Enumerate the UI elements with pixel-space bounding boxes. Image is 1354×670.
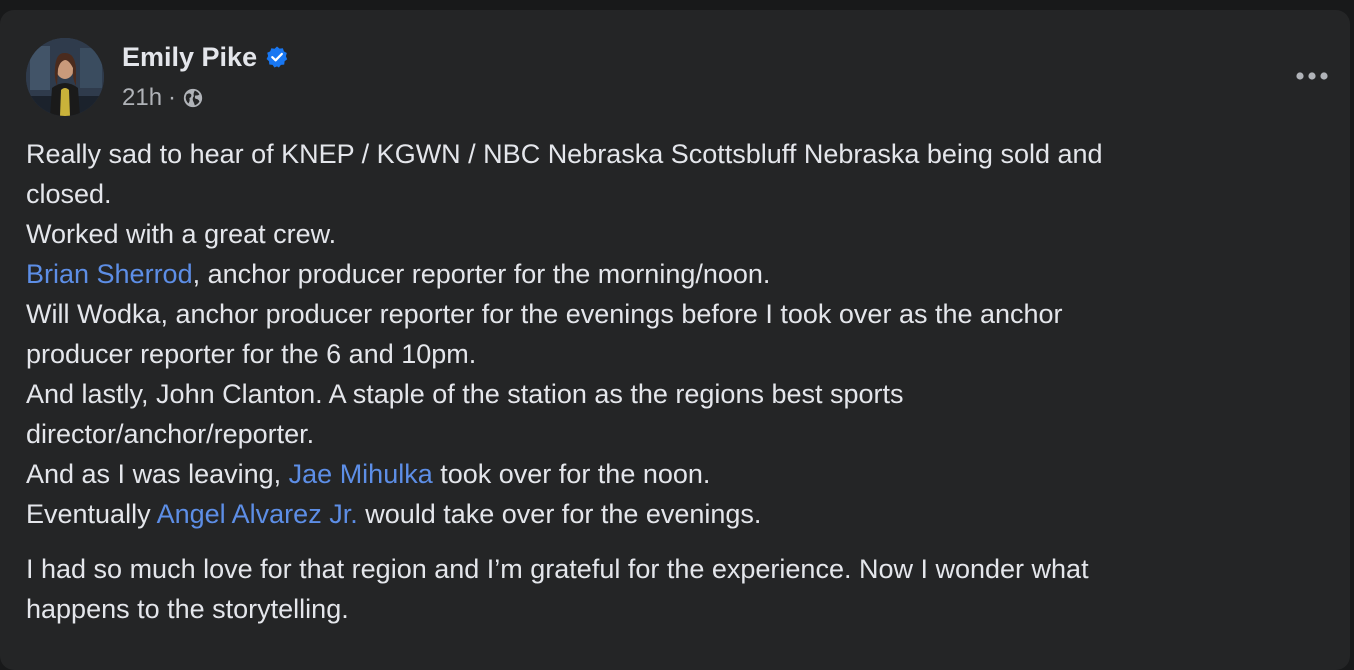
author-row: Emily Pike xyxy=(122,42,289,72)
mention-brian-sherrod[interactable]: Brian Sherrod xyxy=(26,259,193,289)
post-line: Eventually Angel Alvarez Jr. would take … xyxy=(26,494,1326,534)
post-line: producer reporter for the 6 and 10pm. xyxy=(26,339,477,369)
post-body: Really sad to hear of KNEP / KGWN / NBC … xyxy=(26,134,1326,629)
post-text: Eventually xyxy=(26,499,157,529)
post-text: And as I was leaving, xyxy=(26,459,289,489)
post-line: Really sad to hear of KNEP / KGWN / NBC … xyxy=(26,139,1103,169)
post-line: Worked with a great crew. xyxy=(26,219,337,249)
post-header: Emily Pike 21h · xyxy=(26,38,1336,118)
post-text: took over for the noon. xyxy=(432,459,711,489)
meta-separator: · xyxy=(168,84,177,111)
post-timestamp[interactable]: 21h xyxy=(122,84,162,112)
post-line: closed. xyxy=(26,179,112,209)
more-options-button[interactable] xyxy=(1290,64,1334,88)
mention-jae-mihulka[interactable]: Jae Mihulka xyxy=(289,459,433,489)
post-card: Emily Pike 21h · Really sad to hear of K… xyxy=(0,10,1350,670)
avatar-photo xyxy=(26,38,104,116)
more-options-icon xyxy=(1296,72,1328,80)
post-paragraph-2: I had so much love for that region and I… xyxy=(26,549,1326,629)
post-line: And as I was leaving, Jae Mihulka took o… xyxy=(26,454,1326,494)
post-line: And lastly, John Clanton. A staple of th… xyxy=(26,379,904,409)
post-line: Brian Sherrod, anchor producer reporter … xyxy=(26,254,1326,294)
post-line: I had so much love for that region and I… xyxy=(26,554,1089,584)
author-name[interactable]: Emily Pike xyxy=(122,42,257,72)
globe-icon[interactable] xyxy=(182,87,204,109)
post-line: Will Wodka, anchor producer reporter for… xyxy=(26,299,1063,329)
mention-angel-alvarez-jr[interactable]: Angel Alvarez Jr. xyxy=(157,499,358,529)
post-line: happens to the storytelling. xyxy=(26,594,349,624)
verified-badge-icon xyxy=(266,46,288,68)
post-text: would take over for the evenings. xyxy=(357,499,762,529)
post-text: , anchor producer reporter for the morni… xyxy=(192,259,771,289)
post-meta: 21h · xyxy=(122,84,204,112)
avatar[interactable] xyxy=(26,38,104,116)
post-paragraph-1: Really sad to hear of KNEP / KGWN / NBC … xyxy=(26,134,1326,534)
post-line: director/anchor/reporter. xyxy=(26,419,315,449)
